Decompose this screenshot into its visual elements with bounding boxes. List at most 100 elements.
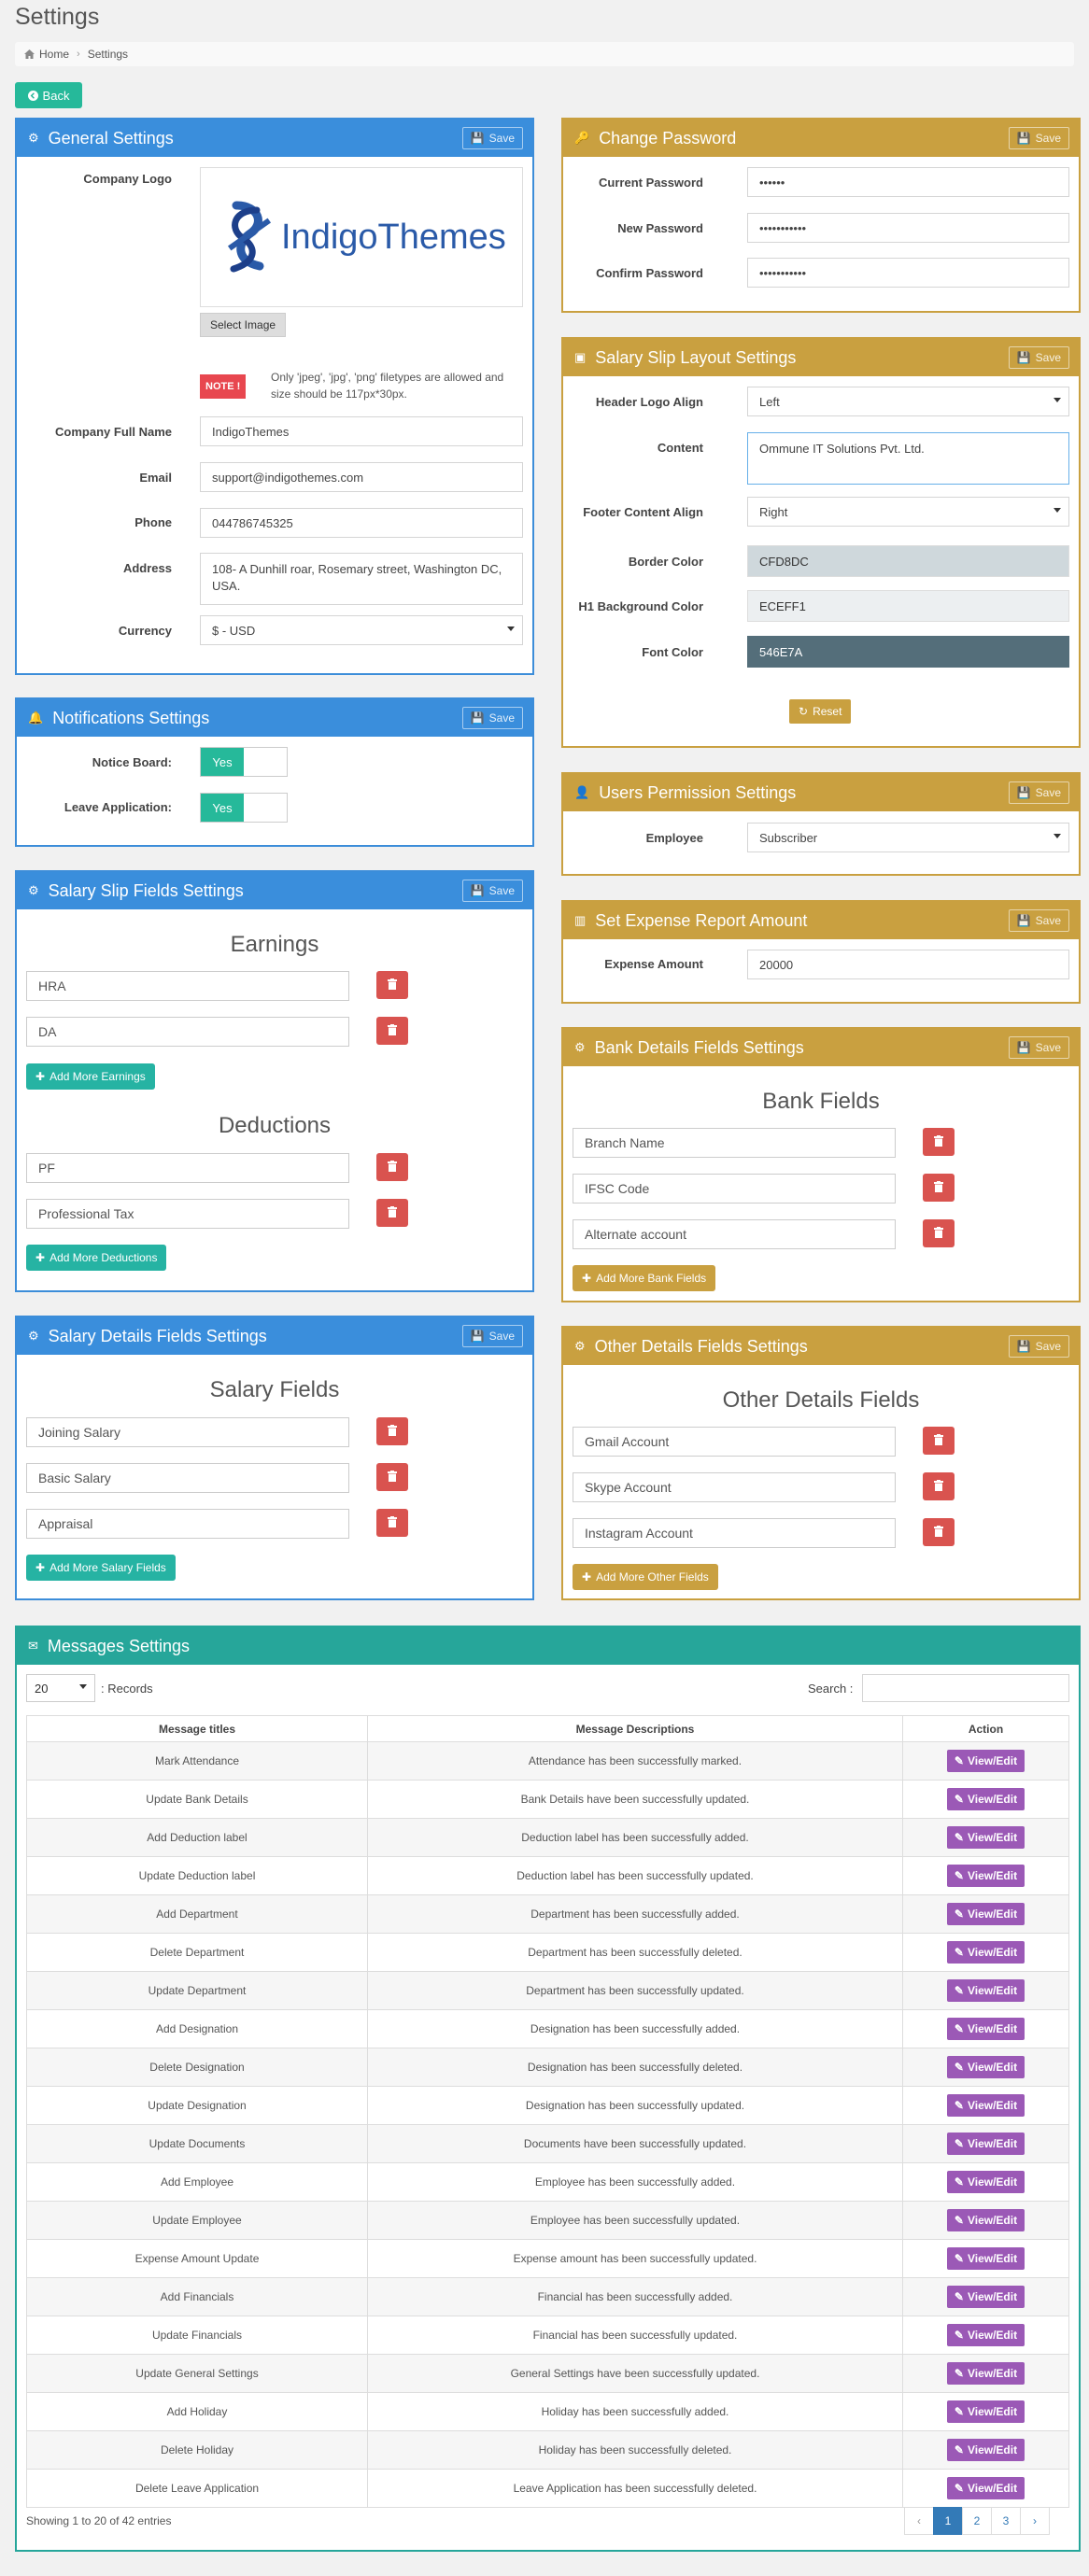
column-header[interactable]: Message Descriptions (367, 1715, 903, 1742)
message-title-cell: Update General Settings (26, 2354, 368, 2393)
view-edit-button[interactable]: ✎ View/Edit (946, 2477, 1025, 2499)
salary-field-input[interactable]: Joining Salary (26, 1417, 349, 1447)
other-field-input[interactable]: Gmail Account (573, 1427, 896, 1457)
save-button[interactable]: 💾 Save (461, 1325, 523, 1347)
font-color-input[interactable]: 546E7A (747, 636, 1069, 668)
view-edit-button[interactable]: ✎ View/Edit (946, 2286, 1025, 2308)
confirm-password-input[interactable]: ••••••••••• (747, 258, 1069, 288)
search-input[interactable] (862, 1674, 1069, 1702)
view-edit-button[interactable]: ✎ View/Edit (946, 1979, 1025, 2002)
earning-field-input[interactable]: DA (26, 1017, 349, 1047)
delete-button[interactable] (376, 1463, 408, 1491)
save-button[interactable]: 💾 Save (1008, 346, 1069, 369)
view-edit-button[interactable]: ✎ View/Edit (946, 1826, 1025, 1849)
delete-button[interactable] (923, 1518, 955, 1546)
delete-button[interactable] (376, 1509, 408, 1537)
other-field-input[interactable]: Skype Account (573, 1472, 896, 1502)
earning-field-input[interactable]: HRA (26, 971, 349, 1001)
view-edit-button[interactable]: ✎ View/Edit (946, 1865, 1025, 1887)
delete-button[interactable] (923, 1219, 955, 1247)
email-input[interactable]: support@indigothemes.com (200, 462, 523, 492)
pagination-prev[interactable]: ‹ (904, 2507, 934, 2535)
delete-button[interactable] (923, 1174, 955, 1202)
delete-button[interactable] (376, 1153, 408, 1181)
view-edit-button[interactable]: ✎ View/Edit (946, 2094, 1025, 2117)
pagination-page[interactable]: 3 (991, 2507, 1021, 2535)
save-button[interactable]: 💾 Save (461, 127, 523, 149)
header-logo-align-select[interactable]: Left (747, 387, 1069, 416)
salary-field-input[interactable]: Basic Salary (26, 1463, 349, 1493)
view-edit-button[interactable]: ✎ View/Edit (946, 2018, 1025, 2040)
bank-field-input[interactable]: Branch Name (573, 1128, 896, 1158)
delete-button[interactable] (376, 1199, 408, 1227)
border-color-input[interactable]: CFD8DC (747, 545, 1069, 577)
deduction-field-input[interactable]: Professional Tax (26, 1199, 349, 1229)
floppy-icon: 💾 (1016, 914, 1031, 927)
leave-application-toggle[interactable]: Yes (200, 793, 288, 823)
view-edit-button[interactable]: ✎ View/Edit (946, 2439, 1025, 2461)
delete-button[interactable] (376, 1017, 408, 1045)
breadcrumb-home[interactable]: Home (24, 48, 69, 61)
content-textarea[interactable]: Ommune IT Solutions Pvt. Ltd. (747, 432, 1069, 485)
add-earnings-button[interactable]: ✚ Add More Earnings (26, 1063, 155, 1090)
deduction-field-input[interactable]: PF (26, 1153, 349, 1183)
save-button[interactable]: 💾 Save (1008, 1036, 1069, 1059)
view-edit-button[interactable]: ✎ View/Edit (946, 2324, 1025, 2346)
view-edit-button[interactable]: ✎ View/Edit (946, 2400, 1025, 2423)
envelope-icon: ✉ (28, 1639, 38, 1653)
new-password-input[interactable]: ••••••••••• (747, 213, 1069, 243)
view-edit-button[interactable]: ✎ View/Edit (946, 2362, 1025, 2385)
back-button[interactable]: Back (15, 82, 82, 108)
view-edit-button[interactable]: ✎ View/Edit (946, 2247, 1025, 2270)
save-button[interactable]: 💾 Save (1008, 909, 1069, 932)
add-salary-fields-button[interactable]: ✚ Add More Salary Fields (26, 1555, 176, 1581)
expense-amount-input[interactable]: 20000 (747, 950, 1069, 979)
bank-field-input[interactable]: Alternate account (573, 1219, 896, 1249)
view-edit-button[interactable]: ✎ View/Edit (946, 2209, 1025, 2231)
save-button[interactable]: 💾 Save (461, 880, 523, 902)
pagination-page[interactable]: 1 (933, 2507, 963, 2535)
reset-button[interactable]: ↻ Reset (789, 699, 852, 724)
delete-button[interactable] (923, 1427, 955, 1455)
view-edit-button[interactable]: ✎ View/Edit (946, 2171, 1025, 2193)
table-row: Delete Leave Application Leave Applicatio… (26, 2469, 1069, 2508)
current-password-input[interactable]: •••••• (747, 167, 1069, 197)
add-bank-fields-button[interactable]: ✚ Add More Bank Fields (573, 1265, 716, 1291)
h1-background-color-input[interactable]: ECEFF1 (747, 590, 1069, 622)
footer-content-align-select[interactable]: Right (747, 497, 1069, 527)
save-button[interactable]: 💾 Save (1008, 127, 1069, 149)
save-button[interactable]: 💾 Save (461, 707, 523, 729)
other-field-input[interactable]: Instagram Account (573, 1518, 896, 1548)
save-button[interactable]: 💾 Save (1008, 781, 1069, 804)
employee-permission-select[interactable]: Subscriber (747, 823, 1069, 852)
message-title-cell: Expense Amount Update (26, 2239, 368, 2278)
pagination-next[interactable]: › (1020, 2507, 1050, 2535)
salary-field-input[interactable]: Appraisal (26, 1509, 349, 1539)
add-other-fields-button[interactable]: ✚ Add More Other Fields (573, 1564, 718, 1590)
view-edit-button[interactable]: ✎ View/Edit (946, 2133, 1025, 2155)
pagination-page[interactable]: 2 (962, 2507, 992, 2535)
view-edit-button[interactable]: ✎ View/Edit (946, 1941, 1025, 1964)
bank-field-input[interactable]: IFSC Code (573, 1174, 896, 1204)
notice-board-toggle[interactable]: Yes (200, 747, 288, 777)
add-deductions-button[interactable]: ✚ Add More Deductions (26, 1245, 167, 1271)
column-header[interactable]: Message titles (26, 1715, 368, 1742)
save-button[interactable]: 💾 Save (1008, 1335, 1069, 1358)
view-edit-button[interactable]: ✎ View/Edit (946, 1788, 1025, 1810)
view-edit-button[interactable]: ✎ View/Edit (946, 1750, 1025, 1772)
edit-icon: ✎ (954, 1793, 964, 1806)
records-per-page-select[interactable]: 20 (26, 1674, 95, 1702)
delete-button[interactable] (923, 1472, 955, 1500)
bell-icon: 🔔 (28, 711, 44, 725)
select-image-button[interactable]: Select Image (200, 313, 287, 337)
view-edit-button[interactable]: ✎ View/Edit (946, 2056, 1025, 2078)
address-textarea[interactable]: 108- A Dunhill roar, Rosemary street, Wa… (200, 553, 523, 605)
delete-button[interactable] (376, 971, 408, 999)
gear-icon: ⚙ (574, 1040, 586, 1054)
currency-select[interactable]: $ - USD (200, 615, 523, 645)
delete-button[interactable] (923, 1128, 955, 1156)
company-name-input[interactable]: IndigoThemes (200, 416, 523, 446)
delete-button[interactable] (376, 1417, 408, 1445)
view-edit-button[interactable]: ✎ View/Edit (946, 1903, 1025, 1925)
phone-input[interactable]: 044786745325 (200, 508, 523, 538)
